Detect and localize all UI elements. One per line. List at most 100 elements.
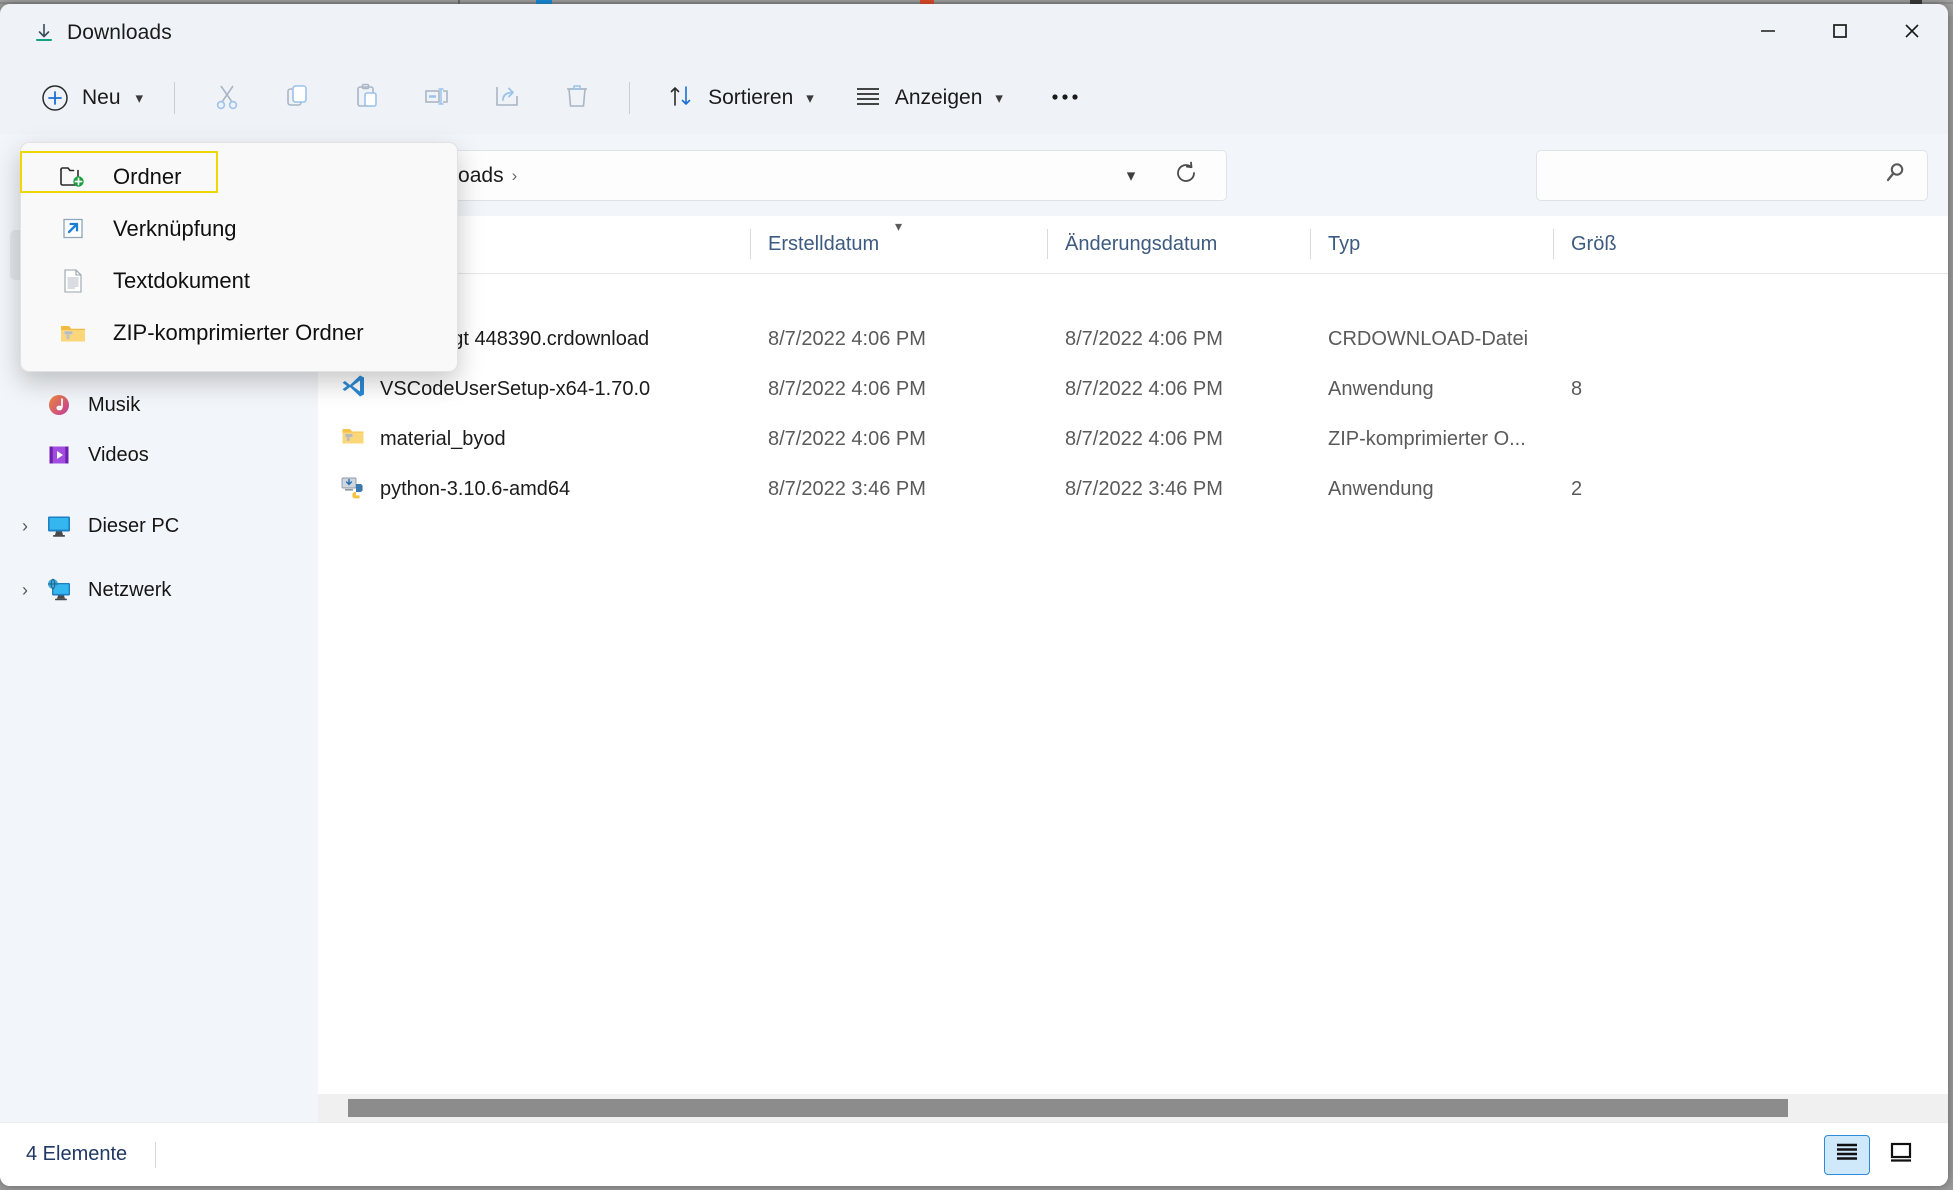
column-header-groesse[interactable]: Größ [1553, 215, 1673, 273]
sidebar-item-musik[interactable]: Musik [10, 380, 308, 430]
breadcrumb-bar[interactable]: › Downloads › ▾ [377, 150, 1227, 201]
file-size-cell: 8 [1571, 377, 1583, 400]
menu-item-verknuepfung[interactable]: Verknüpfung [27, 203, 451, 255]
breadcrumb-trailing-chevron[interactable]: › [504, 166, 526, 186]
videos-icon [40, 442, 78, 468]
chevron-right-icon[interactable]: › [10, 516, 40, 537]
file-created-cell: 8/7/2022 4:06 PM [768, 377, 926, 400]
column-divider [750, 229, 751, 259]
file-type-cell: CRDOWNLOAD-Datei [1328, 327, 1529, 350]
view-button[interactable]: Anzeigen ▾ [842, 76, 1015, 120]
sidebar-item-label: Musik [88, 393, 141, 416]
file-name-label: VSCodeUserSetup-x64-1.70.0 [380, 377, 651, 400]
menu-item-textdokument[interactable]: Textdokument [27, 255, 451, 307]
search-input[interactable] [1537, 164, 1883, 187]
column-header-aenderungsdatum-label: Änderungsdatum [1065, 232, 1218, 255]
status-divider [155, 1141, 157, 1168]
search-icon[interactable] [1883, 160, 1927, 191]
file-modified-cell: 8/7/2022 4:06 PM [1065, 377, 1223, 400]
close-button[interactable] [1876, 4, 1948, 62]
maximize-icon [1829, 20, 1851, 47]
cut-button[interactable] [199, 76, 255, 120]
ellipsis-icon [1050, 89, 1080, 107]
new-button[interactable]: Neu ▾ [25, 76, 157, 120]
table-row[interactable]: python-3.10.6-amd64 8/7/2022 3:46 PM 8/7… [318, 464, 1948, 514]
text-document-icon [53, 267, 93, 295]
toolbar-divider-2 [629, 82, 631, 114]
share-icon [492, 81, 522, 116]
share-button[interactable] [479, 76, 535, 120]
menu-item-zip-komprimierter-ordner[interactable]: ZIP-komprimierter Ordner [27, 307, 451, 359]
details-view-button[interactable] [1824, 1134, 1870, 1175]
window-controls [1732, 4, 1948, 62]
column-header-typ-label: Typ [1328, 232, 1361, 255]
file-created-cell: 8/7/2022 4:06 PM [768, 427, 926, 450]
file-created-cell: 8/7/2022 4:06 PM [768, 327, 926, 350]
file-explorer-window: Downloads Neu ▾ Sortieren ▾ Anzeigen ▾ ›… [0, 4, 1948, 1186]
this-pc-icon [40, 513, 78, 539]
file-type-cell: ZIP-komprimierter O... [1328, 427, 1526, 450]
delete-icon [562, 81, 592, 116]
file-modified-cell: 8/7/2022 4:06 PM [1065, 427, 1223, 450]
copy-icon [282, 81, 312, 116]
file-name-cell[interactable]: python-3.10.6-amd64 [318, 464, 750, 514]
search-box[interactable] [1536, 150, 1928, 201]
sort-button[interactable]: Sortieren ▾ [655, 76, 826, 120]
rename-button[interactable] [409, 76, 465, 120]
breadcrumb-dropdown-button[interactable]: ▾ [1114, 166, 1148, 186]
python-installer-icon [340, 473, 366, 505]
horizontal-scrollbar[interactable] [318, 1094, 1948, 1122]
sort-arrows-icon [667, 82, 695, 115]
list-lines-icon [854, 84, 882, 113]
menu-item-ordner[interactable]: Ordner [27, 151, 451, 203]
menu-item-label: Verknüpfung [113, 216, 237, 241]
zip-folder-icon [53, 319, 93, 347]
plus-circle-icon [31, 82, 71, 114]
chevron-right-icon[interactable]: › [10, 580, 40, 601]
copy-button[interactable] [269, 76, 325, 120]
sidebar-item-videos[interactable]: Videos [10, 430, 308, 480]
column-divider [1310, 229, 1311, 259]
file-type-cell: Anwendung [1328, 477, 1434, 500]
sidebar-item-dieser-pc[interactable]: › Dieser PC [10, 498, 308, 554]
menu-item-label: Textdokument [113, 268, 250, 293]
download-arrow-icon [32, 21, 56, 45]
command-bar: Neu ▾ Sortieren ▾ Anzeigen ▾ [0, 62, 1948, 134]
file-size-cell [1553, 414, 1673, 464]
sidebar-item-label: Netzwerk [88, 578, 172, 601]
sort-indicator-chevron-icon: ▾ [894, 218, 903, 234]
horizontal-scrollbar-thumb[interactable] [348, 1099, 1788, 1117]
minimize-button[interactable] [1732, 4, 1804, 62]
window-title: Downloads [67, 21, 172, 44]
column-header-row: Name ▾ Erstelldatum Änderungsdatum Typ [318, 216, 1948, 274]
sidebar-item-netzwerk[interactable]: › Netzwerk [10, 562, 308, 618]
more-options-button[interactable] [1037, 76, 1093, 120]
column-header-aenderungsdatum[interactable]: Änderungsdatum [1047, 215, 1310, 273]
column-divider [1553, 229, 1554, 259]
maximize-button[interactable] [1804, 4, 1876, 62]
large-icons-view-button[interactable] [1878, 1135, 1924, 1175]
paste-icon [352, 81, 382, 116]
table-row[interactable]: VSCodeUserSetup-x64-1.70.0 8/7/2022 4:06… [318, 364, 1948, 414]
column-header-typ[interactable]: Typ [1310, 215, 1553, 273]
refresh-icon [1173, 160, 1199, 191]
minimize-icon [1757, 20, 1779, 47]
new-folder-icon [53, 163, 93, 191]
window-tab-downloads[interactable]: Downloads [18, 12, 186, 54]
paste-button[interactable] [339, 76, 395, 120]
status-bar: 4 Elemente [0, 1122, 1948, 1186]
title-bar: Downloads [0, 4, 1948, 62]
delete-button[interactable] [549, 76, 605, 120]
table-row[interactable]: bestÃ¤tigt 448390.crdownload 8/7/2022 4:… [318, 314, 1948, 364]
new-button-label: Neu [82, 86, 121, 109]
file-name-cell[interactable]: material_byod [318, 414, 750, 464]
file-size-cell [1553, 314, 1673, 364]
column-header-erstelldatum[interactable]: ▾ Erstelldatum [750, 215, 1047, 273]
network-icon [40, 577, 78, 603]
refresh-button[interactable] [1168, 158, 1204, 194]
sidebar-item-label: Dieser PC [88, 514, 180, 537]
table-row[interactable]: material_byod 8/7/2022 4:06 PM 8/7/2022 … [318, 414, 1948, 464]
chevron-down-icon: ▾ [995, 90, 1003, 107]
file-size-cell: 2 [1571, 477, 1583, 500]
column-divider [1047, 229, 1048, 259]
